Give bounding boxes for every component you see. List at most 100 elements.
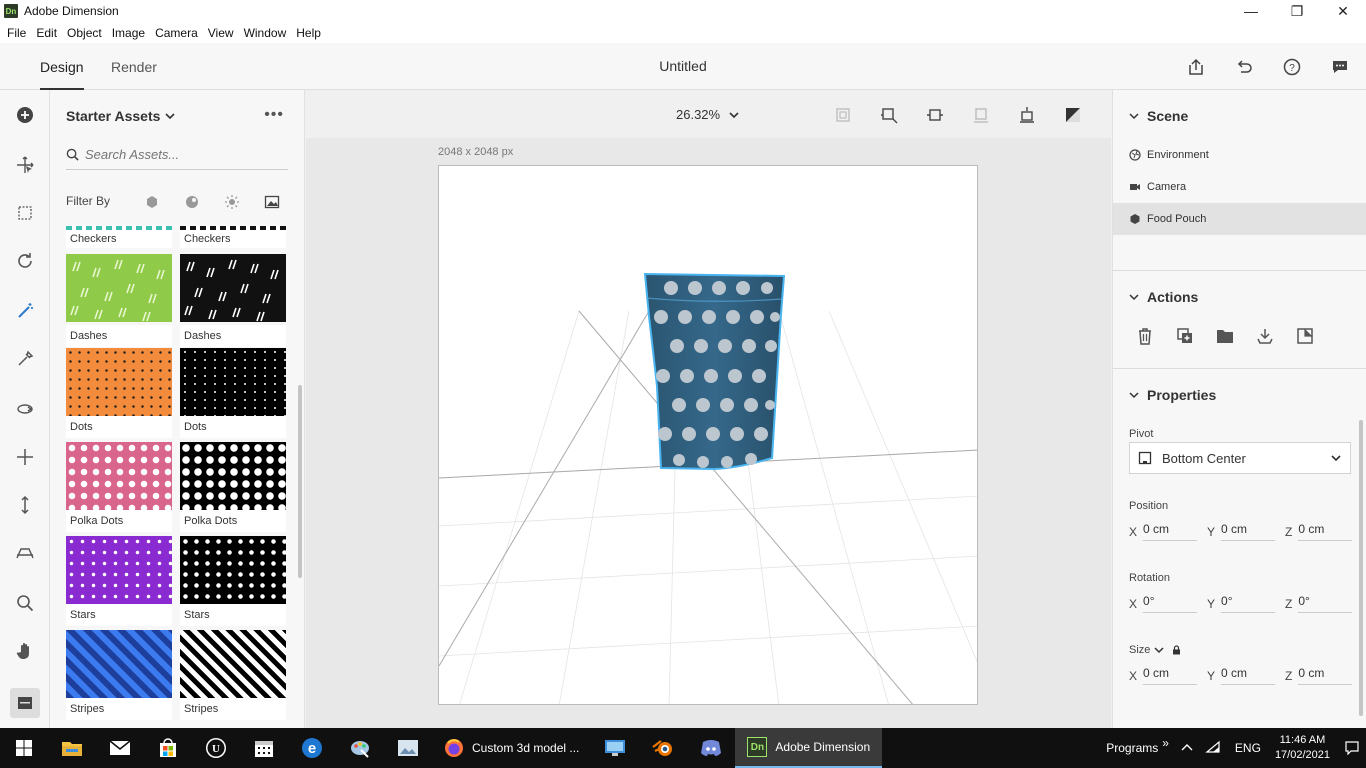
assets-dropdown[interactable]: Starter Assets xyxy=(66,108,176,124)
paint-app-icon[interactable] xyxy=(336,728,384,768)
asset-tile[interactable]: Checkers xyxy=(180,226,286,248)
rotation-z-field[interactable]: 0° xyxy=(1298,594,1353,613)
duplicate-icon[interactable] xyxy=(1175,326,1195,346)
asset-tile[interactable]: Dashes xyxy=(180,254,286,347)
remote-desktop-icon[interactable] xyxy=(591,728,639,768)
programs-label[interactable]: Programs xyxy=(1106,741,1158,755)
materials-filter-icon[interactable] xyxy=(184,194,200,210)
eyedropper-icon[interactable] xyxy=(10,344,40,374)
close-icon[interactable]: ✕ xyxy=(1320,0,1366,22)
size-y-field[interactable]: 0 cm xyxy=(1221,666,1276,685)
taskbar-app-dimension[interactable]: Dn Adobe Dimension xyxy=(735,728,883,768)
maximize-icon[interactable]: ❐ xyxy=(1274,0,1320,22)
scene-item-environment[interactable]: Environment xyxy=(1113,139,1366,171)
size-z-field[interactable]: 0 cm xyxy=(1298,666,1353,685)
horizon-icon[interactable] xyxy=(10,538,40,568)
asset-tile[interactable]: Polka Dots xyxy=(66,442,172,532)
asset-tile[interactable]: Dots xyxy=(66,348,172,438)
panel-toggle-icon[interactable] xyxy=(10,688,40,718)
language-indicator[interactable]: ENG xyxy=(1235,741,1261,755)
lights-filter-icon[interactable] xyxy=(224,194,240,210)
undo-icon[interactable] xyxy=(1230,53,1258,81)
properties-section-toggle[interactable]: Properties xyxy=(1129,387,1216,403)
scene-item-food-pouch[interactable]: Food Pouch xyxy=(1113,203,1366,235)
models-filter-icon[interactable] xyxy=(144,194,160,210)
position-x-field[interactable]: 0 cm xyxy=(1143,522,1198,541)
search-input[interactable] xyxy=(85,147,275,162)
zoom-dropdown[interactable]: 26.32% xyxy=(676,107,740,122)
mail-icon[interactable] xyxy=(96,728,144,768)
blender-icon[interactable] xyxy=(639,728,687,768)
actions-section-toggle[interactable]: Actions xyxy=(1129,289,1198,305)
snap-icon[interactable] xyxy=(923,104,947,126)
menu-edit[interactable]: Edit xyxy=(31,26,62,40)
menu-file[interactable]: File xyxy=(2,26,31,40)
menu-help[interactable]: Help xyxy=(291,26,326,40)
asset-tile[interactable]: Polka Dots xyxy=(180,442,286,532)
asset-tile[interactable]: Dashes xyxy=(66,254,172,347)
assets-scrollbar[interactable] xyxy=(298,385,302,578)
position-y-field[interactable]: 0 cm xyxy=(1221,522,1276,541)
scene-item-camera[interactable]: Camera xyxy=(1113,171,1366,203)
help-icon[interactable]: ? xyxy=(1278,53,1306,81)
menu-object[interactable]: Object xyxy=(62,26,107,40)
size-x-field[interactable]: 0 cm xyxy=(1143,666,1198,685)
asset-tile[interactable]: Stars xyxy=(180,536,286,626)
scene-section-toggle[interactable]: Scene xyxy=(1129,108,1188,124)
align-icon[interactable] xyxy=(877,104,901,126)
store-icon[interactable] xyxy=(144,728,192,768)
taskbar-app-firefox[interactable]: Custom 3d model ... xyxy=(432,728,591,768)
photos-app-icon[interactable] xyxy=(384,728,432,768)
share-icon[interactable] xyxy=(1182,53,1210,81)
orbit-camera-icon[interactable] xyxy=(10,394,40,424)
edge-browser-icon[interactable]: e xyxy=(288,728,336,768)
place-on-ground-icon[interactable] xyxy=(1255,326,1275,346)
more-options-icon[interactable]: ••• xyxy=(264,106,284,124)
frame-selection-icon[interactable] xyxy=(831,104,855,126)
notifications-icon[interactable] xyxy=(1338,741,1366,755)
pivot-select[interactable]: Bottom Center xyxy=(1129,442,1351,474)
select-move-icon[interactable] xyxy=(10,150,40,180)
dolly-camera-icon[interactable] xyxy=(10,490,40,520)
show-hidden-icons-icon[interactable] xyxy=(1181,741,1193,755)
file-explorer-icon[interactable] xyxy=(48,728,96,768)
properties-scrollbar[interactable] xyxy=(1359,420,1363,716)
viewport[interactable] xyxy=(438,165,978,705)
wifi-icon[interactable] xyxy=(1205,740,1221,757)
select-box-icon[interactable] xyxy=(10,198,40,228)
hand-icon[interactable] xyxy=(10,636,40,666)
lock-icon[interactable] xyxy=(1172,645,1181,655)
chevron-down-icon[interactable] xyxy=(1154,645,1164,655)
asset-tile[interactable]: Stripes xyxy=(180,630,286,720)
asset-tile[interactable]: Dots xyxy=(180,348,286,438)
edit-uv-icon[interactable] xyxy=(1295,326,1315,346)
clock[interactable]: 11:46 AM 17/02/2021 xyxy=(1275,733,1330,763)
windows-start-icon[interactable] xyxy=(0,728,48,768)
move-to-ground-icon[interactable] xyxy=(1015,104,1039,126)
menu-camera[interactable]: Camera xyxy=(150,26,203,40)
magic-wand-icon[interactable] xyxy=(10,296,40,326)
delete-icon[interactable] xyxy=(1135,326,1155,346)
calendar-icon[interactable] xyxy=(240,728,288,768)
position-z-field[interactable]: 0 cm xyxy=(1298,522,1353,541)
drop-to-ground-icon[interactable] xyxy=(969,104,993,126)
feedback-icon[interactable] xyxy=(1326,53,1354,81)
discord-icon[interactable] xyxy=(687,728,735,768)
unreal-engine-icon[interactable]: U xyxy=(192,728,240,768)
menu-image[interactable]: Image xyxy=(107,26,150,40)
group-folder-icon[interactable] xyxy=(1215,326,1235,346)
menu-window[interactable]: Window xyxy=(239,26,292,40)
add-icon[interactable] xyxy=(10,100,40,130)
orbit-icon[interactable] xyxy=(10,246,40,276)
images-filter-icon[interactable] xyxy=(264,194,280,210)
zoom-icon[interactable] xyxy=(10,588,40,618)
menu-view[interactable]: View xyxy=(203,26,239,40)
pan-camera-icon[interactable] xyxy=(10,442,40,472)
toolbar-chevron-icon[interactable]: » xyxy=(1162,736,1169,750)
asset-tile[interactable]: Checkers xyxy=(66,226,172,248)
asset-tile[interactable]: Stripes xyxy=(66,630,172,720)
rotation-x-field[interactable]: 0° xyxy=(1143,594,1198,613)
render-preview-icon[interactable] xyxy=(1061,104,1085,126)
rotation-y-field[interactable]: 0° xyxy=(1221,594,1276,613)
asset-tile[interactable]: Stars xyxy=(66,536,172,626)
